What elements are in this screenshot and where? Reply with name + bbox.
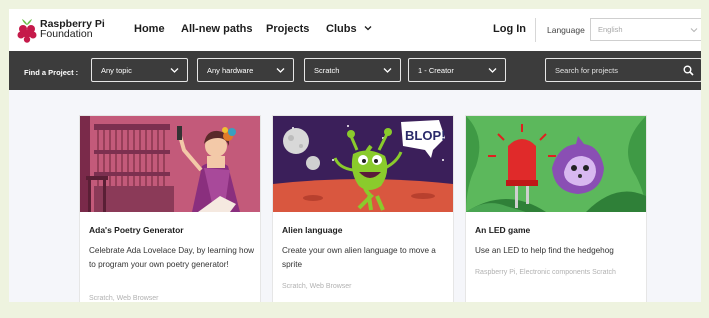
software-select[interactable]: Scratch — [304, 58, 401, 82]
chevron-down-icon — [276, 68, 285, 73]
project-filter-bar: Find a Project : Any topic Any hardware … — [9, 51, 701, 90]
project-card[interactable]: Ada's Poetry Generator Celebrate Ada Lov… — [79, 115, 261, 302]
brand-line-2: Foundation — [40, 28, 93, 40]
search-input[interactable] — [547, 60, 675, 80]
nav-home[interactable]: Home — [134, 23, 165, 35]
login-link[interactable]: Log In — [493, 23, 526, 35]
nav-clubs[interactable]: Clubs — [326, 23, 357, 35]
language-select-value: English — [598, 25, 623, 34]
level-select-value: 1 - Creator — [418, 66, 454, 75]
divider — [535, 18, 536, 42]
brand-name[interactable]: Raspberry Pi Foundation — [40, 19, 105, 40]
nav-projects[interactable]: Projects — [266, 23, 309, 35]
blop-speech-text: BLOP! — [405, 128, 445, 143]
project-card[interactable]: BLOP! Alien language Create your own ali… — [272, 115, 454, 302]
project-search — [545, 58, 701, 82]
card-tags: Scratch, Web Browser — [282, 283, 352, 290]
topic-select-value: Any topic — [101, 66, 132, 75]
language-select[interactable]: English — [590, 18, 701, 41]
card-tags: Raspberry Pi, Electronic components Scra… — [475, 269, 616, 276]
led-game-illustration — [466, 116, 646, 212]
card-description: Use an LED to help find the hedgehog — [475, 246, 614, 255]
page: Raspberry Pi Foundation Home All-new pat… — [9, 9, 701, 302]
chevron-down-icon — [170, 68, 179, 73]
ada-poetry-illustration — [80, 116, 260, 212]
card-description: Create your own alien language to move a… — [282, 246, 436, 269]
nav-all-new-paths[interactable]: All-new paths — [181, 23, 253, 35]
card-title[interactable]: Ada's Poetry Generator — [89, 225, 184, 235]
chevron-down-icon — [690, 28, 698, 33]
site-header: Raspberry Pi Foundation Home All-new pat… — [9, 9, 701, 51]
hardware-select-value: Any hardware — [207, 66, 254, 75]
raspberry-pi-logo-icon[interactable] — [15, 17, 39, 43]
card-title[interactable]: An LED game — [475, 225, 530, 235]
alien-language-illustration: BLOP! — [273, 116, 453, 212]
chevron-down-icon — [383, 68, 392, 73]
chevron-down-icon — [488, 68, 497, 73]
level-select[interactable]: 1 - Creator — [408, 58, 506, 82]
find-project-label: Find a Project : — [24, 68, 79, 77]
topic-select[interactable]: Any topic — [91, 58, 188, 82]
search-icon[interactable] — [683, 65, 694, 76]
project-card[interactable]: An LED game Use an LED to help find the … — [465, 115, 647, 302]
software-select-value: Scratch — [314, 66, 340, 75]
card-title[interactable]: Alien language — [282, 225, 342, 235]
hardware-select[interactable]: Any hardware — [197, 58, 294, 82]
chevron-down-icon[interactable] — [364, 24, 372, 32]
card-description: Celebrate Ada Lovelace Day, by learning … — [89, 246, 255, 269]
language-label: Language — [547, 25, 585, 35]
card-tags: Scratch, Web Browser — [89, 295, 159, 302]
